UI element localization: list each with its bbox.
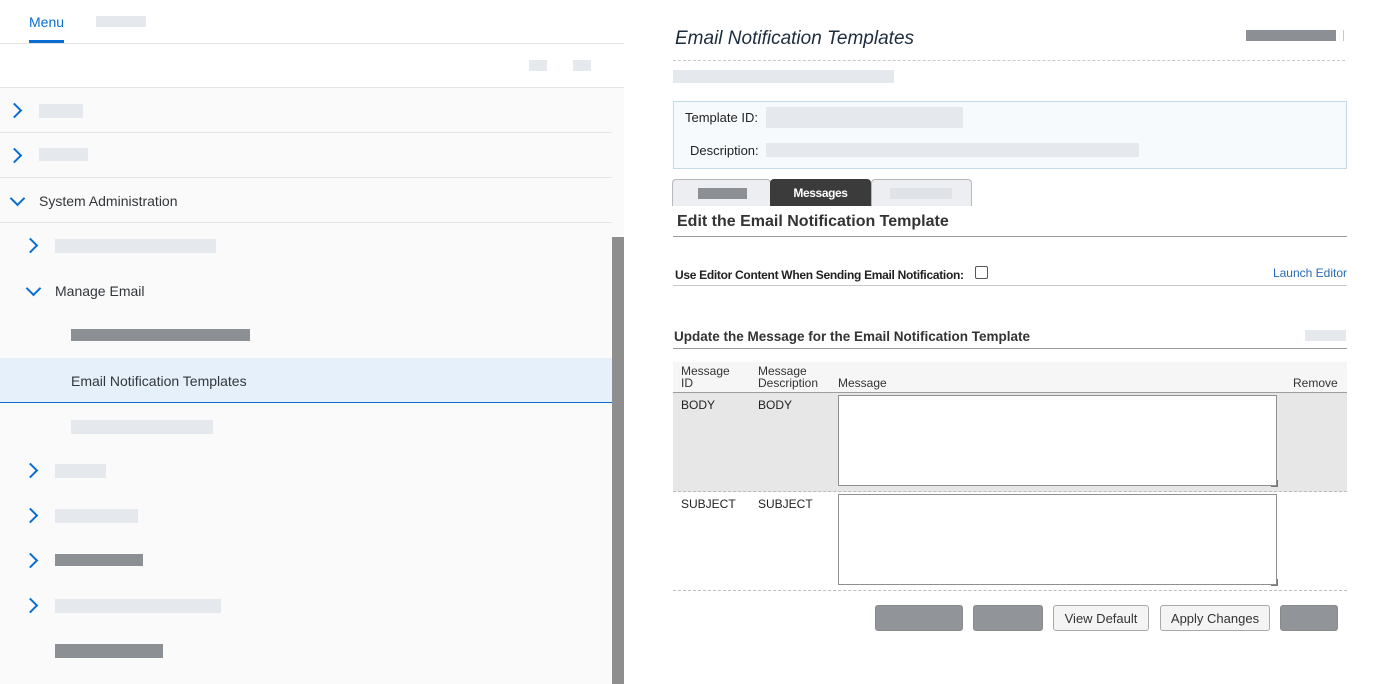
panel-tab-bar: Menu (0, 0, 624, 44)
header-separator (1343, 30, 1344, 41)
description-value-placeholder (766, 143, 1139, 157)
menu-item[interactable] (0, 133, 612, 178)
cell-message-description: SUBJECT (758, 497, 813, 511)
submenu-item-label-placeholder (55, 554, 143, 566)
submenu-item[interactable] (0, 223, 612, 267)
update-divider (673, 348, 1347, 349)
submenu-item-label-placeholder (55, 239, 216, 253)
panel-scrollbar[interactable] (612, 237, 624, 684)
leaf-menu-item[interactable] (0, 404, 612, 448)
chevron-right-icon (22, 237, 39, 254)
leaf-menu-item[interactable] (0, 313, 612, 357)
section-title: Edit the Email Notification Template (677, 213, 949, 230)
chevron-right-icon (6, 147, 23, 164)
col-header-message: Message (838, 376, 887, 390)
description-label: Description: (690, 143, 759, 158)
submenu-item-manage-email[interactable]: Manage Email (0, 268, 612, 312)
section-divider (673, 236, 1347, 237)
col-header-line: ID (681, 376, 693, 390)
navigation-panel: Menu System Administration Manage Email … (0, 0, 624, 684)
tab-placeholder[interactable] (96, 16, 146, 27)
submenu-item-label: Manage Email (55, 283, 145, 299)
action-button-placeholder[interactable] (875, 605, 963, 631)
action-button-placeholder[interactable] (973, 605, 1043, 631)
chevron-right-icon (22, 552, 39, 569)
submenu-item[interactable] (0, 448, 612, 492)
apply-changes-button[interactable]: Apply Changes (1160, 605, 1270, 631)
tab-label-placeholder (890, 188, 952, 199)
header-action-placeholder[interactable] (1246, 30, 1336, 41)
update-message-title: Update the Message for the Email Notific… (674, 329, 1031, 344)
resize-handle-icon[interactable] (1271, 579, 1278, 586)
tab-menu[interactable]: Menu (29, 14, 64, 30)
table-row: SUBJECT SUBJECT (673, 492, 1347, 591)
submenu-item[interactable] (0, 538, 612, 582)
tab-menu-underline (29, 40, 64, 43)
use-editor-content-checkbox[interactable] (975, 266, 988, 279)
leaf-item-label: Email Notification Templates (71, 373, 247, 389)
table-row: BODY BODY (673, 393, 1347, 492)
toolbar-action-placeholder[interactable] (529, 60, 547, 71)
col-header-remove: Remove (1293, 376, 1338, 390)
col-header-line: Description (758, 376, 819, 390)
submenu-item[interactable] (0, 493, 612, 537)
chevron-down-icon (25, 280, 42, 297)
launch-editor-link[interactable]: Launch Editor (1273, 266, 1347, 280)
editor-divider (673, 285, 1347, 286)
submenu-item-label-placeholder (55, 644, 163, 658)
menu-item[interactable] (0, 88, 612, 133)
panel-toolbar (0, 44, 624, 88)
messages-table-header: Message ID Message Description Message R… (673, 362, 1347, 393)
leaf-item-label-placeholder (71, 420, 213, 434)
submenu-item[interactable] (0, 583, 612, 627)
template-info-box: Template ID: Description: (673, 101, 1347, 169)
menu-item-system-administration[interactable]: System Administration (0, 178, 612, 223)
cell-message-id: SUBJECT (681, 497, 736, 511)
col-header-message-id: Message ID (681, 365, 730, 389)
message-body-textarea[interactable] (838, 395, 1277, 486)
view-default-button[interactable]: View Default (1053, 605, 1149, 631)
submenu-item-label-placeholder (55, 509, 138, 523)
menu-item-label-placeholder (39, 104, 83, 118)
leaf-item-label-placeholder (71, 329, 250, 341)
chevron-right-icon (22, 462, 39, 479)
message-subject-textarea[interactable] (838, 494, 1277, 585)
menu-item-label-placeholder (39, 148, 88, 161)
chevron-down-icon (9, 190, 26, 207)
submenu-item[interactable] (0, 628, 612, 672)
submenu-item-label-placeholder (55, 599, 221, 613)
resize-handle-icon[interactable] (1271, 480, 1278, 487)
page-title: Email Notification Templates (675, 28, 915, 49)
tab-general[interactable] (672, 179, 771, 206)
update-action-placeholder[interactable] (1305, 330, 1346, 341)
leaf-menu-item-email-notification-templates[interactable]: Email Notification Templates (0, 358, 612, 403)
tab-messages[interactable]: Messages (770, 179, 871, 206)
action-button-placeholder[interactable] (1280, 605, 1338, 631)
chevron-right-icon (6, 102, 23, 119)
toolbar-action-placeholder[interactable] (573, 60, 591, 71)
chevron-right-icon (22, 597, 39, 614)
chevron-right-icon (22, 507, 39, 524)
use-editor-content-label: Use Editor Content When Sending Email No… (675, 268, 964, 282)
subtitle-placeholder (673, 70, 894, 83)
menu-item-label: System Administration (39, 193, 178, 209)
tab-label-placeholder (698, 188, 747, 199)
tab-other[interactable] (871, 179, 972, 206)
template-id-value-placeholder (766, 107, 963, 128)
title-separator (673, 60, 1345, 61)
col-header-message-description: Message Description (758, 365, 818, 389)
template-id-label: Template ID: (685, 110, 758, 125)
submenu-item-label-placeholder (55, 464, 106, 478)
cell-message-description: BODY (758, 398, 793, 412)
cell-message-id: BODY (681, 398, 716, 412)
